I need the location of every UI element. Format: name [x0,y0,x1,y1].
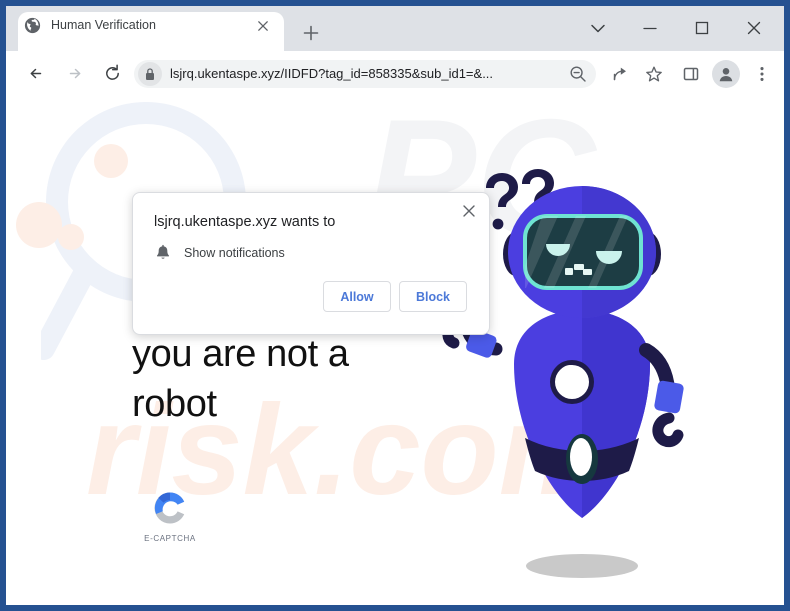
robot-ear-right [635,232,661,276]
page-content: PC risk.com Click Allow if you are not a… [6,96,784,605]
browser-window: Human Verification lsjrq.ukentaspe.xyz/I… [0,0,790,611]
robot-ear-left [503,232,529,276]
tab-title: Human Verification [51,18,156,32]
robot-belt [525,434,639,484]
robot-body-shade [582,310,650,518]
robot-shadow [526,554,638,578]
robot-eye-left [546,244,570,256]
robot-visor-glare [525,216,628,288]
back-arrow-icon[interactable] [22,59,51,88]
maximize-icon[interactable] [680,12,724,44]
robot-chest-button [550,360,594,404]
globe-icon [24,17,41,34]
captcha-c-icon [154,492,185,524]
robot-body [514,310,650,518]
reload-icon[interactable] [98,59,127,88]
permission-dialog-title: lsjrq.ukentaspe.xyz wants to [154,214,336,230]
zoom-out-icon[interactable] [568,64,588,84]
close-icon[interactable] [457,199,481,223]
robot-visor [523,214,643,290]
new-tab-button[interactable] [298,20,324,46]
close-window-icon[interactable] [732,12,776,44]
bell-icon [154,244,172,262]
permission-request-label: Show notifications [184,246,285,260]
robot-head [508,186,656,318]
notification-permission-dialog: lsjrq.ukentaspe.xyz wants to Show notifi… [132,192,490,335]
star-icon[interactable] [640,60,668,88]
address-bar[interactable]: lsjrq.ukentaspe.xyz/IIDFD?tag_id=858335&… [134,60,596,88]
decor-dot [58,224,84,250]
decor-dot [94,144,128,178]
share-icon[interactable] [606,60,634,88]
robot-eye-right [596,251,622,264]
robot-right-arm [639,343,684,448]
captcha-label: E-CAPTCHA [144,534,196,543]
question-marks-icon [486,169,554,230]
minimize-icon[interactable] [628,12,672,44]
robot-head-shade [582,186,656,318]
captcha-logo: E-CAPTCHA [134,488,206,543]
person-icon[interactable] [712,60,740,88]
browser-chrome: Human Verification lsjrq.ukentaspe.xyz/I… [6,6,784,605]
robot-mouth [565,264,592,275]
close-icon[interactable] [254,17,272,35]
block-button[interactable]: Block [399,281,467,312]
lock-icon[interactable] [138,62,162,86]
browser-toolbar: lsjrq.ukentaspe.xyz/IIDFD?tag_id=858335&… [6,51,784,96]
allow-button[interactable]: Allow [323,281,391,312]
chevron-down-icon[interactable] [576,12,620,44]
url-text: lsjrq.ukentaspe.xyz/IIDFD?tag_id=858335&… [170,66,494,81]
forward-arrow-icon[interactable] [60,59,89,88]
side-panel-icon[interactable] [677,60,705,88]
three-dots-icon[interactable] [748,60,776,88]
decor-dot [16,202,62,248]
tab-strip: Human Verification [6,6,784,51]
